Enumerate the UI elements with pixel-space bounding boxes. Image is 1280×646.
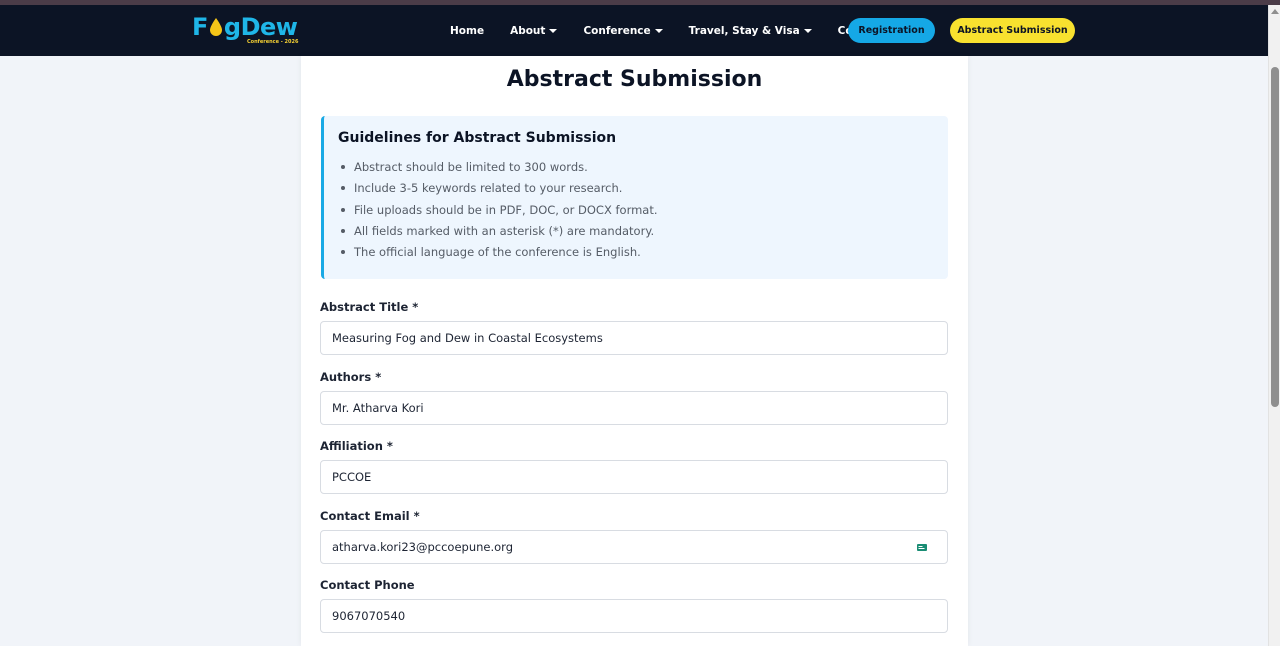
guideline-item: Include 3-5 keywords related to your res… <box>339 180 658 201</box>
nav-home-label: Home <box>450 24 485 37</box>
scrollbar-thumb[interactable] <box>1271 67 1279 407</box>
abstract-title-value: Measuring Fog and Dew in Coastal Ecosyst… <box>332 331 603 345</box>
bullet-icon <box>341 228 345 233</box>
contact-phone-input[interactable]: 9067070540 <box>320 599 948 633</box>
submission-card: Abstract Submission Guidelines for Abstr… <box>301 56 968 646</box>
nav-about[interactable]: About <box>510 24 558 37</box>
bullet-icon <box>341 250 345 255</box>
caret-down-icon <box>549 28 558 33</box>
guideline-text: Include 3-5 keywords related to your res… <box>354 181 623 196</box>
nav-travel-label: Travel, Stay & Visa <box>688 24 800 37</box>
logo-letter-g: g <box>223 13 241 41</box>
fogdew-logo[interactable]: F g Dew Conference - 2026 <box>192 12 304 48</box>
authors-label: Authors * <box>320 370 382 384</box>
guideline-item: All fields marked with an asterisk (*) a… <box>339 223 658 244</box>
guidelines-box: Guidelines for Abstract Submission Abstr… <box>321 116 948 279</box>
droplet-icon <box>209 18 222 36</box>
affiliation-value: PCCOE <box>332 470 372 484</box>
abstract-title-input[interactable]: Measuring Fog and Dew in Coastal Ecosyst… <box>320 321 948 355</box>
affiliation-input[interactable]: PCCOE <box>320 460 948 494</box>
bullet-icon <box>341 186 345 191</box>
page-title: Abstract Submission <box>506 67 763 92</box>
logo-letter-f: F <box>192 13 208 41</box>
caret-down-icon <box>654 28 663 33</box>
logo-subtitle: Conference - 2026 <box>247 39 299 45</box>
guideline-item: File uploads should be in PDF, DOC, or D… <box>339 202 658 223</box>
guidelines-list: Abstract should be limited to 300 words.… <box>339 159 658 265</box>
bullet-icon <box>341 207 345 212</box>
contact-phone-label: Contact Phone <box>320 578 415 592</box>
navbar: F g Dew Conference - 2026 Home About Con… <box>0 5 1268 56</box>
contact-email-value: atharva.kori23@pccoepune.org <box>332 540 513 554</box>
guidelines-title: Guidelines for Abstract Submission <box>338 130 617 146</box>
guideline-text: The official language of the conference … <box>354 245 641 260</box>
caret-down-icon <box>803 28 812 33</box>
autofill-card-icon[interactable] <box>917 543 927 552</box>
bullet-icon <box>341 165 345 169</box>
nav-links: Home About Conference Travel, Stay & Vis… <box>450 5 883 56</box>
nav-travel[interactable]: Travel, Stay & Visa <box>689 25 812 37</box>
nav-home[interactable]: Home <box>450 25 484 37</box>
guideline-text: Abstract should be limited to 300 words. <box>354 160 588 174</box>
authors-input[interactable]: Mr. Atharva Kori <box>320 391 948 425</box>
guideline-item: Abstract should be limited to 300 words. <box>339 159 658 180</box>
scrollbar[interactable] <box>1268 5 1280 646</box>
contact-email-label: Contact Email * <box>320 509 420 523</box>
registration-button[interactable]: Registration <box>848 18 935 43</box>
guideline-text: All fields marked with an asterisk (*) a… <box>354 223 655 238</box>
abstract-title-label: Abstract Title * <box>320 300 419 314</box>
guideline-item: The official language of the conference … <box>339 244 658 265</box>
scroll-up-arrow-icon[interactable] <box>1271 9 1279 14</box>
abstract-submission-button[interactable]: Abstract Submission <box>950 18 1075 43</box>
nav-conference-label: Conference <box>583 24 651 37</box>
authors-value: Mr. Atharva Kori <box>332 401 424 415</box>
contact-email-input[interactable]: atharva.kori23@pccoepune.org <box>320 530 948 564</box>
guideline-text: File uploads should be in PDF, DOC, or D… <box>354 202 658 217</box>
logo-word-dew: Dew <box>240 13 298 41</box>
contact-phone-value: 9067070540 <box>332 609 406 623</box>
logo-wordmark: F g Dew <box>192 12 298 42</box>
nav-about-label: About <box>510 24 546 37</box>
nav-conference[interactable]: Conference <box>583 24 663 37</box>
affiliation-label: Affiliation * <box>320 439 393 453</box>
